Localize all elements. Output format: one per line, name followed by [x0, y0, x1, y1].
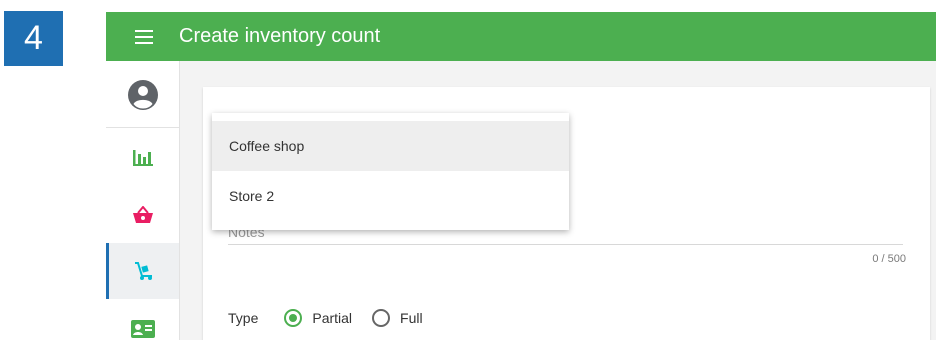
- sidebar-item-account[interactable]: [106, 67, 179, 122]
- partial-radio-label: Partial: [312, 310, 353, 326]
- dropdown-option-coffee-shop[interactable]: Coffee shop: [212, 121, 569, 171]
- type-selector: Type Partial Full: [228, 303, 443, 333]
- notes-underline: [228, 244, 903, 245]
- full-radio-label: Full: [400, 310, 423, 326]
- sidebar-item-reports[interactable]: [106, 129, 179, 185]
- sidebar-divider: [106, 127, 179, 128]
- page-title: Create inventory count: [179, 25, 381, 47]
- step-number-badge: 4: [4, 11, 63, 66]
- partial-radio[interactable]: Partial: [284, 309, 352, 327]
- radio-checked-icon: [284, 309, 303, 327]
- radio-unchecked-icon: [372, 309, 391, 327]
- account-circle-icon: [127, 79, 158, 110]
- dropdown-padding: [212, 113, 569, 121]
- sidebar-nav: [106, 61, 180, 340]
- notes-char-counter: 0 / 500: [872, 253, 906, 265]
- sidebar-item-customers[interactable]: [106, 301, 179, 340]
- bar-chart-icon: [132, 150, 153, 166]
- contact-card-icon: [130, 320, 155, 338]
- store-dropdown-menu: Coffee shop Store 2: [212, 113, 569, 230]
- shopping-basket-icon: [132, 206, 153, 223]
- dolly-icon: [135, 262, 152, 280]
- top-app-bar: Create inventory count: [106, 12, 936, 61]
- sidebar-item-inventory[interactable]: [106, 243, 179, 299]
- full-radio[interactable]: Full: [372, 309, 423, 327]
- hamburger-icon: [135, 29, 153, 44]
- type-label: Type: [228, 310, 259, 326]
- dropdown-option-store-2[interactable]: Store 2: [212, 171, 569, 221]
- menu-button[interactable]: [129, 22, 159, 52]
- sidebar-item-sales[interactable]: [106, 187, 179, 243]
